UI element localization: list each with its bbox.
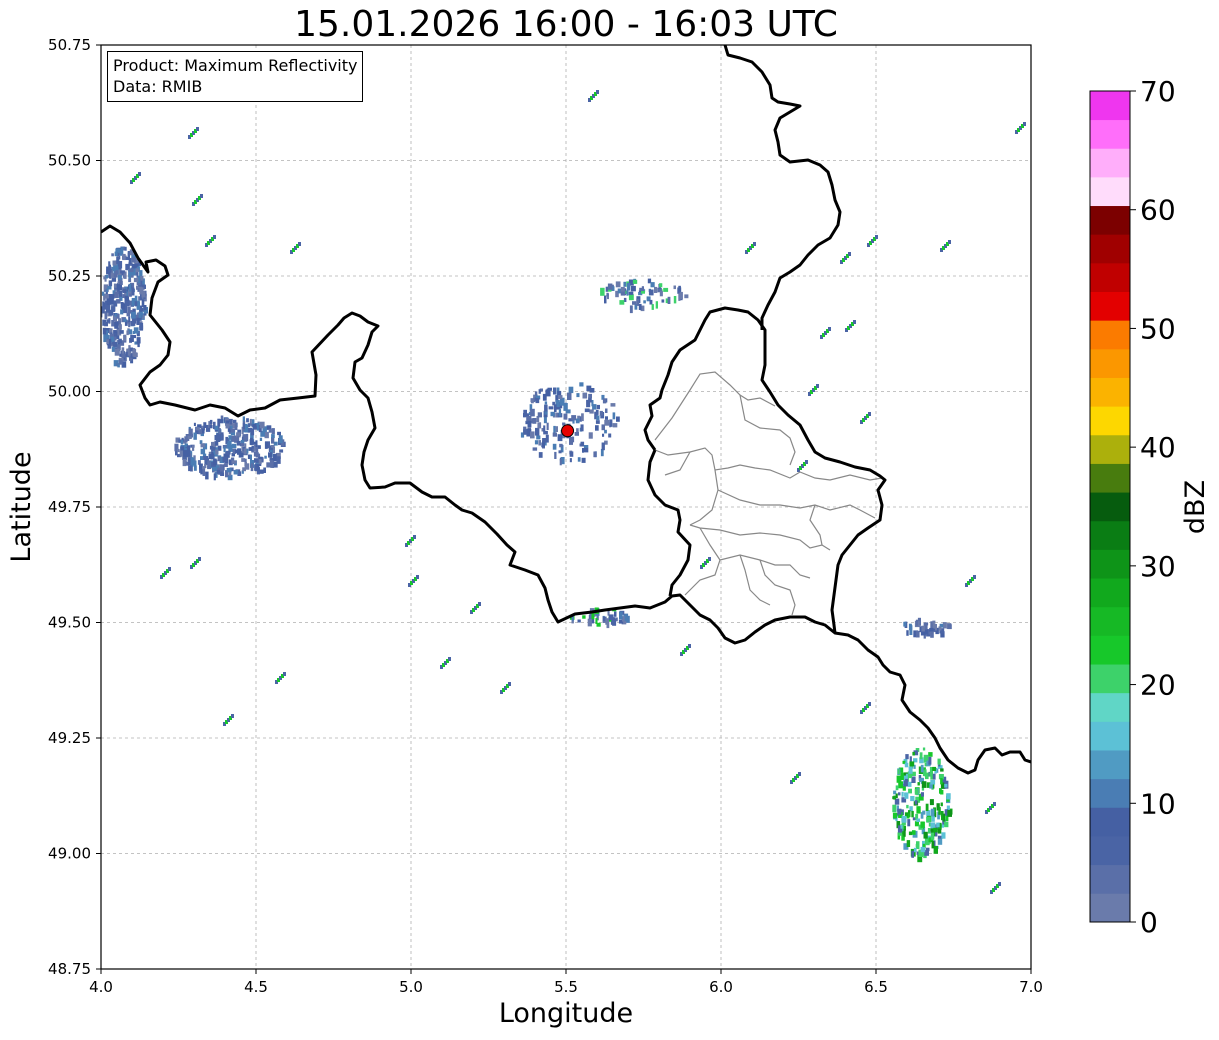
colorbar-tick-label: 10 xyxy=(1140,787,1176,820)
colorbar-segment xyxy=(1090,348,1130,378)
colorbar-segment xyxy=(1090,234,1130,264)
y-tick-label: 50.00 xyxy=(48,383,91,401)
x-tick-label: 4.5 xyxy=(244,978,268,996)
y-tick-label: 49.00 xyxy=(48,845,91,863)
y-tick-label: 49.25 xyxy=(48,729,91,747)
colorbar-segment xyxy=(1090,549,1130,579)
y-tick-label: 49.75 xyxy=(48,498,91,516)
colorbar-segment xyxy=(1090,807,1130,837)
colorbar-tick-label: 60 xyxy=(1140,194,1176,227)
x-tick-label: 6.0 xyxy=(709,978,733,996)
colorbar-segment xyxy=(1090,864,1130,894)
colorbar-segment xyxy=(1090,91,1130,121)
colorbar-segment xyxy=(1090,320,1130,350)
colorbar-segment xyxy=(1090,291,1130,321)
colorbar-segment xyxy=(1090,578,1130,608)
colorbar-segment xyxy=(1090,377,1130,407)
colorbar-segment xyxy=(1090,606,1130,636)
colorbar-segment xyxy=(1090,520,1130,550)
colorbar-tick-label: 30 xyxy=(1140,550,1176,583)
colorbar-segment xyxy=(1090,750,1130,780)
radar-map: 4.0 4.5 5.0 5.5 6.0 6.5 7.0 48.75 49.00 49.25 49.5… xyxy=(48,36,1176,996)
colorbar-segment xyxy=(1090,176,1130,207)
info-product: Product: Maximum Reflectivity xyxy=(113,56,358,75)
x-tick-label: 5.0 xyxy=(399,978,423,996)
colorbar-segment xyxy=(1090,836,1130,866)
radar-site xyxy=(561,424,575,438)
colorbar-segment xyxy=(1090,148,1130,178)
colorbar-segment xyxy=(1090,635,1130,665)
colorbar-segment xyxy=(1090,119,1130,149)
colorbar-segment xyxy=(1090,893,1130,923)
colorbar-segment xyxy=(1090,492,1130,522)
colorbar-segment xyxy=(1090,664,1130,694)
colorbar: 0 10 20 30 40 50 60 70 xyxy=(1089,75,1176,939)
colorbar-segment xyxy=(1090,406,1130,436)
colorbar-tick-label: 0 xyxy=(1140,906,1158,939)
colorbar-tick-label: 40 xyxy=(1140,431,1176,464)
colorbar-segment xyxy=(1090,262,1130,292)
x-tick-label: 5.5 xyxy=(554,978,578,996)
y-tick-label: 50.75 xyxy=(48,36,91,54)
y-tick-label: 48.75 xyxy=(48,960,91,978)
colorbar-segment xyxy=(1090,721,1130,751)
info-data-source: Data: RMIB xyxy=(113,77,203,96)
y-tick-label: 50.25 xyxy=(48,267,91,285)
y-tick-label: 50.50 xyxy=(48,152,91,170)
colorbar-tick-label: 20 xyxy=(1140,669,1176,702)
colorbar-tick-label: 50 xyxy=(1140,312,1176,345)
radar-site-marker xyxy=(561,424,575,438)
x-tick-label: 4.0 xyxy=(89,978,113,996)
colorbar-tick-label: 70 xyxy=(1140,75,1176,108)
colorbar-segment xyxy=(1090,434,1130,464)
x-tick-label: 6.5 xyxy=(864,978,888,996)
colorbar-segment xyxy=(1090,692,1130,722)
y-tick-label: 49.50 xyxy=(48,614,91,632)
info-box: Product: Maximum Reflectivity Data: RMIB xyxy=(107,51,364,102)
colorbar-segment xyxy=(1090,205,1130,235)
x-tick-label: 7.0 xyxy=(1019,978,1043,996)
colorbar-segment xyxy=(1090,778,1130,808)
colorbar-segment xyxy=(1090,463,1130,493)
